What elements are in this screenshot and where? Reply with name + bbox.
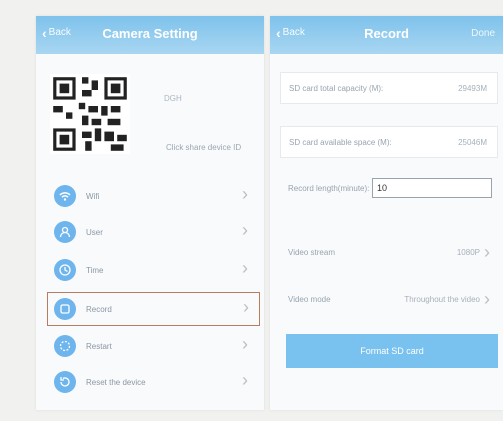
share-device-id-link[interactable]: Click share device ID xyxy=(166,143,241,152)
menu-label: Reset the device xyxy=(86,377,146,387)
menu-item-time[interactable]: Time › xyxy=(48,254,258,286)
chevron-right-icon: › xyxy=(484,288,490,309)
chevron-right-icon: › xyxy=(242,370,248,390)
device-id: DGH xyxy=(164,94,182,103)
record-length-label: Record length(minute): xyxy=(288,183,370,193)
menu-label: Restart xyxy=(86,341,112,351)
sd-total-capacity-row: SD card total capacity (M): 29493M xyxy=(280,72,498,104)
menu-label: Time xyxy=(86,265,104,275)
menu-label: User xyxy=(86,227,103,237)
record-length-input[interactable] xyxy=(372,178,492,198)
format-sd-card-button[interactable]: Format SD card xyxy=(286,334,498,368)
sd-available-label: SD card available space (M): xyxy=(289,137,392,147)
sd-available-space-row: SD card available space (M): 25046M xyxy=(280,126,498,158)
video-mode-label: Video mode xyxy=(288,294,331,304)
chevron-right-icon: › xyxy=(242,334,248,354)
camera-setting-header: ‹ Back Camera Setting xyxy=(36,16,264,54)
user-icon xyxy=(54,221,76,243)
chevron-right-icon: › xyxy=(242,184,248,204)
video-stream-row[interactable]: Video stream 1080P › xyxy=(280,237,496,267)
sd-total-label: SD card total capacity (M): xyxy=(289,83,384,93)
qr-section: DGH Click share device ID xyxy=(36,54,264,164)
sd-total-value: 29493M xyxy=(458,83,487,93)
menu-label: Wifi xyxy=(86,191,100,201)
page-title: Camera Setting xyxy=(102,26,198,41)
reset-icon xyxy=(54,371,76,393)
sd-available-value: 25046M xyxy=(458,137,487,147)
video-mode-row[interactable]: Video mode Throughout the video › xyxy=(280,284,496,314)
menu-item-restart[interactable]: Restart › xyxy=(48,330,258,362)
video-stream-value: 1080P xyxy=(456,247,480,257)
menu-item-reset-device[interactable]: Reset the device › xyxy=(48,366,258,398)
menu-item-record[interactable]: Record › xyxy=(47,292,260,326)
record-header: ‹ Back Record Done xyxy=(270,16,503,54)
menu-item-user[interactable]: User › xyxy=(48,216,258,248)
camera-setting-screen: ‹ Back Camera Setting DGH Click share de… xyxy=(36,16,264,410)
wifi-icon xyxy=(54,185,76,207)
menu-label: Record xyxy=(86,304,112,314)
chevron-right-icon: › xyxy=(243,297,249,317)
record-icon xyxy=(54,298,76,320)
chevron-right-icon: › xyxy=(242,220,248,240)
restart-icon xyxy=(54,335,76,357)
record-length-row: Record length(minute): xyxy=(280,173,496,203)
qr-code-icon[interactable] xyxy=(50,74,130,154)
menu-item-wifi[interactable]: Wifi › xyxy=(48,180,258,212)
done-button[interactable]: Done xyxy=(471,28,495,39)
page-title: Record xyxy=(364,26,409,41)
clock-icon xyxy=(54,259,76,281)
chevron-right-icon: › xyxy=(242,258,248,278)
chevron-right-icon: › xyxy=(484,241,490,262)
record-screen: ‹ Back Record Done SD card total capacit… xyxy=(270,16,503,410)
video-mode-value: Throughout the video xyxy=(404,294,480,304)
video-stream-label: Video stream xyxy=(288,247,335,257)
